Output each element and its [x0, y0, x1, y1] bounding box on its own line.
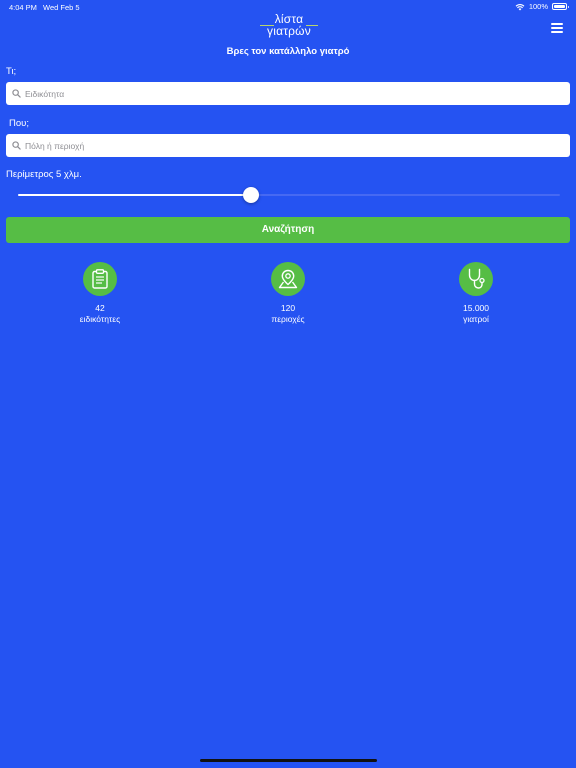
- status-time: 4:04 PM: [9, 3, 37, 12]
- clipboard-icon: [92, 269, 108, 289]
- stat-label: ειδικότητες: [79, 314, 121, 324]
- search-icon: [12, 141, 21, 150]
- location-input[interactable]: [25, 140, 545, 151]
- search-icon: [12, 89, 21, 98]
- stat-icon-circle: [459, 262, 493, 296]
- wifi-icon: [515, 3, 525, 10]
- stat-value: 42: [95, 303, 105, 313]
- specialty-input[interactable]: [25, 88, 545, 99]
- stat-areas: 120 περιοχές: [233, 262, 343, 325]
- search-button[interactable]: Αναζήτηση: [6, 217, 570, 243]
- radius-slider[interactable]: [18, 187, 560, 203]
- slider-thumb[interactable]: [243, 187, 260, 203]
- location-search-field[interactable]: [6, 134, 570, 157]
- specialty-search-field[interactable]: [6, 82, 570, 105]
- screen: 4:04 PM Wed Feb 5 100% λίστα γιατρών Βρε…: [0, 0, 576, 768]
- stat-label: περιοχές: [271, 314, 305, 324]
- stat-value: 120: [280, 303, 296, 313]
- logo-accent-line: [306, 24, 318, 26]
- stethoscope-icon: [468, 268, 485, 289]
- where-label: Που;: [9, 118, 29, 129]
- stat-label: γιατροί: [463, 314, 489, 324]
- status-date: Wed Feb 5: [43, 3, 80, 12]
- stat-value: 15.000: [463, 303, 489, 313]
- map-pin-icon: [278, 269, 298, 289]
- what-label: Τι;: [6, 66, 17, 77]
- logo-line2: γιατρών: [267, 24, 311, 38]
- stat-doctors: 15.000 γιατροί: [421, 262, 531, 325]
- page-title: Βρες τον κατάλληλο γιατρό: [226, 46, 350, 57]
- stat-icon-circle: [83, 262, 117, 296]
- app-logo: λίστα γιατρών: [258, 13, 320, 39]
- battery-icon: [552, 3, 569, 10]
- home-indicator[interactable]: [200, 759, 377, 762]
- logo-accent-line: [260, 24, 274, 26]
- stat-specialties: 42 ειδικότητες: [45, 262, 155, 325]
- stat-icon-circle: [271, 262, 305, 296]
- radius-label: Περίμετρος 5 χλμ.: [6, 169, 82, 180]
- status-right: 100%: [515, 2, 569, 11]
- hamburger-menu-icon[interactable]: [551, 23, 563, 33]
- battery-percent: 100%: [528, 2, 548, 11]
- slider-fill: [18, 194, 252, 196]
